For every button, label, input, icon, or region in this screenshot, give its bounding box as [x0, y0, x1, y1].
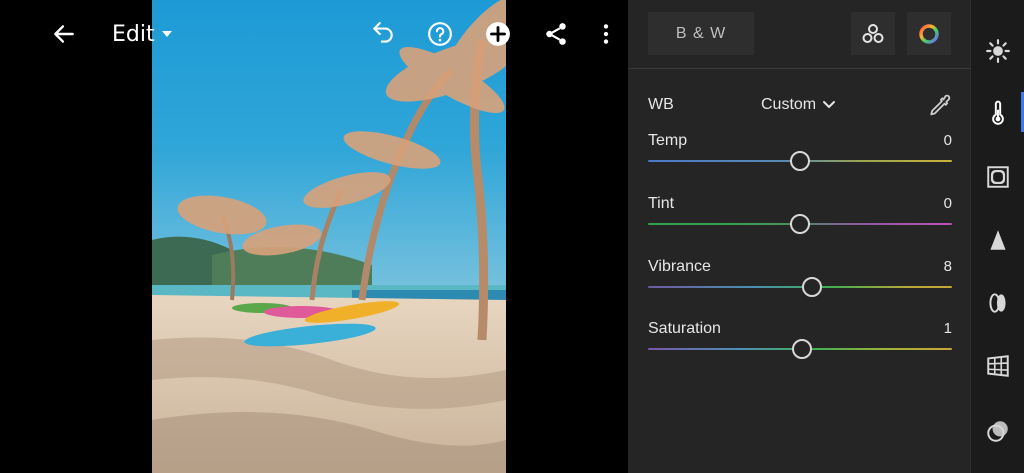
- temp-value: 0: [943, 132, 952, 149]
- panel-divider: [628, 68, 970, 69]
- effects-tool-button[interactable]: [984, 163, 1012, 191]
- help-icon: [428, 22, 452, 46]
- saturation-label: Saturation: [648, 320, 721, 337]
- back-button[interactable]: [44, 14, 84, 54]
- temp-thumb[interactable]: [790, 151, 810, 171]
- profiles-button[interactable]: [851, 12, 895, 55]
- tint-thumb[interactable]: [790, 214, 810, 234]
- tint-value: 0: [943, 195, 952, 212]
- bw-button[interactable]: B & W: [648, 12, 754, 55]
- edit-mode-label: Edit: [112, 21, 155, 47]
- saturation-thumb[interactable]: [791, 339, 812, 359]
- white-balance-value: Custom: [761, 96, 817, 113]
- color-icon: [992, 100, 1004, 125]
- eyedropper-button[interactable]: [924, 92, 952, 120]
- tint-label: Tint: [648, 195, 675, 212]
- color-wheel-icon: [919, 23, 939, 44]
- detail-icon: [990, 230, 1006, 250]
- white-balance-label: WB: [648, 96, 674, 113]
- tint-slider: Tint 0: [648, 195, 952, 243]
- caret-down-icon: [161, 31, 172, 37]
- chevron-down-icon: [823, 101, 836, 109]
- saturation-value: 1: [943, 320, 952, 337]
- vibrance-track[interactable]: [648, 286, 952, 288]
- color-tool-button[interactable]: [984, 99, 1012, 127]
- edit-mode-dropdown[interactable]: Edit: [112, 18, 173, 50]
- saturation-slider: Saturation 1: [648, 320, 952, 368]
- effects-icon: [987, 166, 1009, 188]
- undo-button[interactable]: [363, 14, 403, 54]
- back-arrow-icon: [54, 25, 74, 43]
- photo-viewer[interactable]: Edit: [0, 0, 628, 473]
- share-button[interactable]: [536, 14, 576, 54]
- color-mix-button[interactable]: [907, 12, 951, 55]
- vibrance-thumb[interactable]: [802, 277, 823, 297]
- more-vertical-icon: [603, 24, 609, 44]
- share-icon: [546, 23, 566, 45]
- presets-icon: [987, 421, 1008, 442]
- detail-tool-button[interactable]: [984, 226, 1012, 254]
- color-edit-panel: B & W WB Custom Temp 0 Tint 0 Vibrance 8…: [628, 0, 970, 473]
- plus-circle-icon: [486, 22, 510, 46]
- optics-icon: [989, 293, 1006, 313]
- vibrance-value: 8: [943, 258, 952, 275]
- undo-icon: [373, 22, 393, 43]
- add-button[interactable]: [478, 14, 518, 54]
- geometry-tool-button[interactable]: [984, 352, 1012, 380]
- help-button[interactable]: [420, 14, 460, 54]
- vibrance-label: Vibrance: [648, 258, 711, 275]
- eyedropper-icon: [930, 94, 951, 116]
- tool-rail: [970, 0, 1024, 473]
- temp-label: Temp: [648, 132, 688, 149]
- photo-image[interactable]: [152, 0, 506, 473]
- light-tool-button[interactable]: [984, 37, 1012, 65]
- temp-slider: Temp 0: [648, 132, 952, 180]
- presets-tool-button[interactable]: [984, 417, 1012, 445]
- optics-tool-button[interactable]: [984, 289, 1012, 317]
- more-options-button[interactable]: [586, 14, 626, 54]
- light-icon: [986, 39, 1010, 63]
- white-balance-dropdown[interactable]: Custom: [761, 96, 836, 114]
- vibrance-slider: Vibrance 8: [648, 258, 952, 306]
- profiles-icon: [862, 23, 884, 43]
- geometry-icon: [987, 355, 1009, 377]
